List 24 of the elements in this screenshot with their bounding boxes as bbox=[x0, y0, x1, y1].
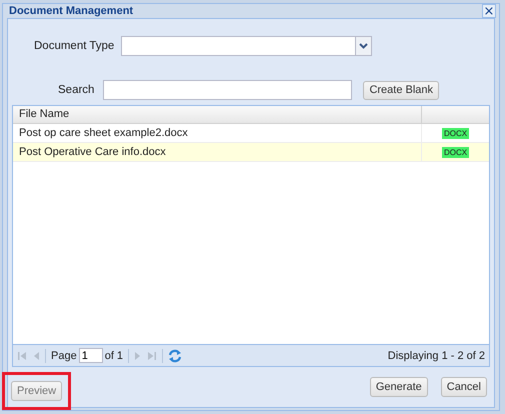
last-page-icon[interactable] bbox=[147, 350, 158, 360]
dialog-button[interactable]: Preview bbox=[11, 381, 62, 401]
create-blank-button[interactable]: Create Blank bbox=[363, 80, 440, 100]
page-count: of 1 bbox=[104, 350, 124, 362]
window-title: Document Management bbox=[9, 5, 134, 17]
file-name-cell: Post Operative Care info.docx bbox=[13, 143, 422, 161]
table-row[interactable]: Post Operative Care info.docx DOCX bbox=[13, 143, 489, 162]
page-number-field[interactable]: 1 bbox=[78, 348, 103, 363]
previous-page-icon[interactable] bbox=[32, 350, 40, 360]
paging-status: Displaying 1 - 2 of 2 bbox=[388, 350, 485, 362]
next-page-icon[interactable] bbox=[134, 350, 142, 360]
file-name-cell: Post op care sheet example2.docx bbox=[13, 124, 422, 142]
file-type-tag: DOCX bbox=[442, 128, 470, 138]
table-row[interactable]: Post op care sheet example2.docx DOCX bbox=[13, 124, 489, 143]
file-type-tag: DOCX bbox=[442, 146, 470, 158]
field-label: Search bbox=[58, 84, 94, 96]
field-label: Document Type bbox=[34, 40, 114, 52]
search-field[interactable] bbox=[103, 80, 352, 100]
first-page-icon[interactable] bbox=[17, 350, 27, 360]
dialog-button[interactable]: Generate bbox=[370, 377, 428, 397]
close-button[interactable]: × bbox=[482, 4, 496, 18]
refresh-icon[interactable] bbox=[168, 348, 182, 362]
dialog-button[interactable]: Cancel bbox=[440, 377, 487, 397]
page-label: Page bbox=[51, 350, 77, 362]
